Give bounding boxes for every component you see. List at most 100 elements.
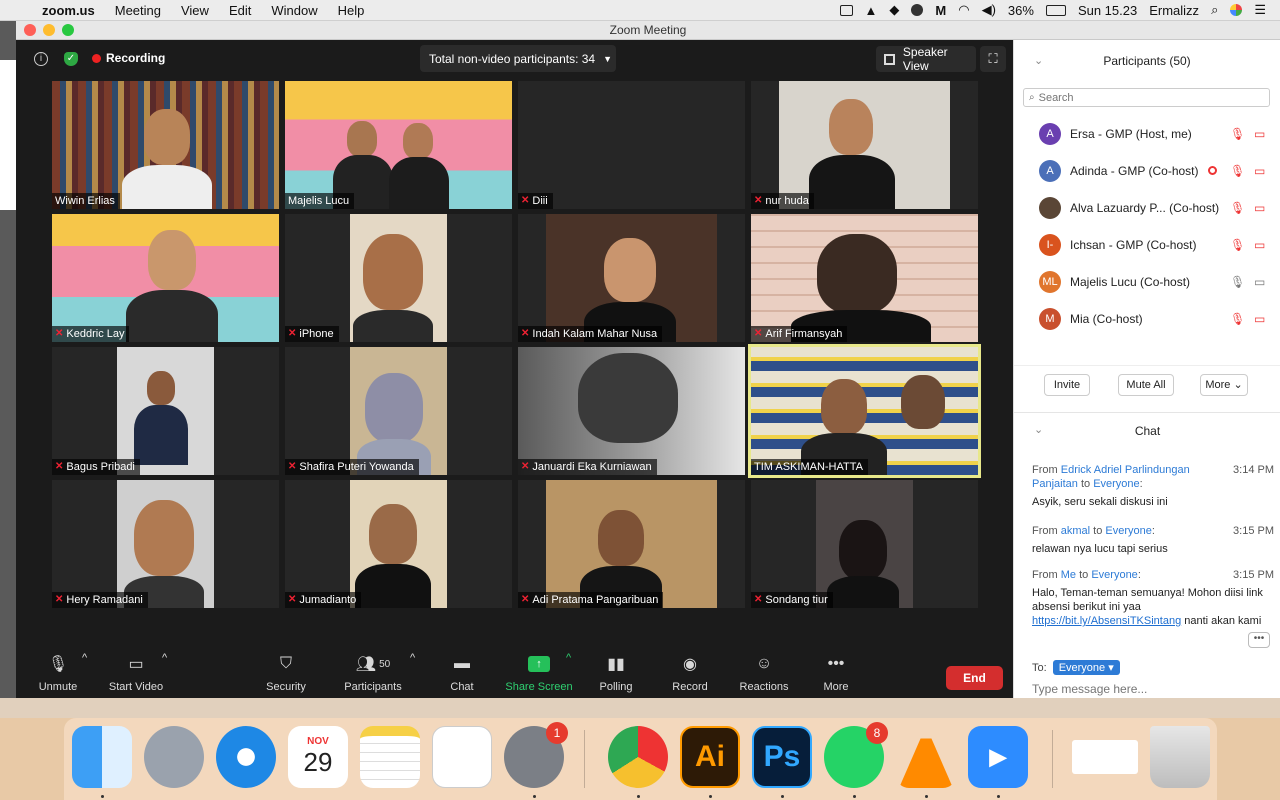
recording-indicator[interactable]: Recording: [92, 51, 165, 65]
menu-help[interactable]: Help: [328, 3, 375, 18]
vlc-status-icon[interactable]: ▲: [865, 3, 878, 18]
encryption-shield-icon[interactable]: ✓: [64, 52, 78, 66]
calendar-icon[interactable]: NOV 29: [288, 726, 348, 788]
video-tile[interactable]: ✕ Januardi Eka Kurniawan: [518, 347, 745, 475]
malwarebytes-icon[interactable]: M: [935, 3, 946, 18]
muted-mic-icon[interactable]: 🎙︎: [1230, 164, 1245, 178]
video-off-icon[interactable]: ▭: [1254, 312, 1265, 326]
search-input[interactable]: [1038, 91, 1249, 104]
video-off-icon[interactable]: ▭: [1254, 201, 1265, 215]
video-tile[interactable]: ✕ Hery Ramadani: [52, 480, 279, 608]
clock[interactable]: Sun 15.23: [1078, 3, 1137, 18]
unmute-button[interactable]: 🎙︎ Unmute: [34, 652, 82, 693]
security-button[interactable]: ⛉ Security: [260, 652, 312, 693]
minimize-window-button[interactable]: [43, 24, 55, 36]
participants-button[interactable]: 👥︎ 50 Participants: [342, 652, 404, 693]
vlc-icon[interactable]: [899, 726, 953, 788]
start-video-button[interactable]: ▭ Start Video: [104, 652, 168, 693]
muted-mic-icon[interactable]: 🎙︎: [1230, 201, 1245, 215]
muted-mic-icon[interactable]: 🎙︎: [1230, 312, 1245, 326]
chat-button[interactable]: ▬ Chat: [442, 652, 482, 693]
siri-icon[interactable]: [1230, 4, 1243, 16]
muted-mic-icon[interactable]: 🎙︎: [1230, 238, 1245, 252]
close-window-button[interactable]: [24, 24, 36, 36]
muted-mic-icon[interactable]: 🎙︎: [1230, 127, 1245, 141]
spotlight-search-icon[interactable]: ⌕: [1211, 2, 1218, 18]
video-tile[interactable]: ✕ Shafira Puteri Yowanda: [285, 347, 512, 475]
video-tile-active-speaker[interactable]: TIM ASKIMAN-HATTA: [748, 344, 981, 478]
speaker-view-button[interactable]: Speaker View: [876, 45, 976, 73]
participant-row[interactable]: ML Majelis Lucu (Co-host) 🎙︎ ▭: [1014, 263, 1280, 300]
chat-more-button[interactable]: •••: [1248, 632, 1270, 648]
menu-view[interactable]: View: [171, 3, 219, 18]
video-tile[interactable]: ✕ Indah Kalam Mahar Nusa: [518, 214, 745, 342]
launchpad-icon[interactable]: [144, 726, 204, 788]
zoom-window-button[interactable]: [62, 24, 74, 36]
reactions-button[interactable]: ☺︎ Reactions: [738, 652, 790, 693]
participant-row[interactable]: I- Ichsan - GMP (Co-host) 🎙︎ ▭: [1014, 226, 1280, 263]
video-tile[interactable]: ✕ Diii: [518, 81, 745, 209]
dropbox-icon[interactable]: ◆: [889, 2, 899, 18]
finder-icon[interactable]: [72, 726, 132, 788]
chrome-icon[interactable]: [608, 726, 668, 788]
share-options-chevron-icon[interactable]: ^: [566, 652, 571, 664]
illustrator-icon[interactable]: Ai: [680, 726, 740, 788]
video-off-icon[interactable]: ▭: [1254, 164, 1265, 178]
photoshop-icon[interactable]: Ps: [752, 726, 812, 788]
menu-meeting[interactable]: Meeting: [105, 3, 171, 18]
non-video-participants-dropdown[interactable]: Total non-video participants: 34 ▼: [420, 45, 616, 72]
video-tile[interactable]: ✕ Keddric Lay: [52, 214, 279, 342]
wifi-icon[interactable]: ◠: [958, 2, 969, 18]
video-off-icon[interactable]: ▭: [1254, 238, 1265, 252]
record-button[interactable]: ◉ Record: [670, 652, 710, 693]
participants-options-chevron-icon[interactable]: ^: [410, 652, 415, 664]
user-name[interactable]: Ermalizz: [1149, 3, 1199, 18]
cloud-icon[interactable]: [911, 4, 924, 16]
safari-icon[interactable]: [216, 726, 276, 788]
whatsapp-icon[interactable]: 8: [824, 722, 888, 788]
zoom-icon[interactable]: ▶: [968, 726, 1028, 788]
participant-row[interactable]: A Ersa - GMP (Host, me) 🎙︎ ▭: [1014, 115, 1280, 152]
audio-options-chevron-icon[interactable]: ^: [82, 652, 87, 664]
polling-button[interactable]: ▮▮ Polling: [596, 652, 636, 693]
menu-window[interactable]: Window: [261, 3, 327, 18]
video-tile[interactable]: ✕ iPhone: [285, 214, 512, 342]
video-options-chevron-icon[interactable]: ^: [162, 652, 167, 664]
video-tile[interactable]: ✕ Adi Pratama Pangaribuan: [518, 480, 745, 608]
video-tile[interactable]: ✕ Arif Firmansyah: [751, 214, 978, 342]
notification-center-icon[interactable]: ☰: [1254, 2, 1266, 18]
participant-row[interactable]: M Mia (Co-host) 🎙︎ ▭: [1014, 300, 1280, 337]
video-tile[interactable]: Majelis Lucu: [285, 81, 512, 209]
participant-row[interactable]: A Adinda - GMP (Co-host) 🎙︎ ▭: [1014, 152, 1280, 189]
video-tile[interactable]: ✕ Jumadianto: [285, 480, 512, 608]
battery-icon[interactable]: [1045, 4, 1066, 16]
video-tile[interactable]: ✕ nur huda: [751, 81, 978, 209]
info-icon[interactable]: i: [34, 52, 48, 66]
video-tile[interactable]: ✕ Sondang tiur: [751, 480, 978, 608]
end-meeting-button[interactable]: End: [946, 666, 1003, 690]
video-icon[interactable]: ▭: [1254, 275, 1265, 289]
fullscreen-button[interactable]: ⛶: [980, 46, 1006, 72]
participant-search[interactable]: ⌕: [1023, 88, 1270, 107]
invite-button[interactable]: Invite: [1044, 374, 1090, 396]
participant-row[interactable]: Alva Lazuardy P... (Co-host) 🎙︎ ▭: [1014, 189, 1280, 226]
video-tile[interactable]: Wiwin Erlias: [52, 81, 279, 209]
absensi-link[interactable]: https://bit.ly/AbsensiTKSintang: [1032, 615, 1181, 627]
menu-app-name[interactable]: zoom.us: [38, 3, 105, 18]
volume-icon[interactable]: ◀): [982, 2, 996, 18]
recipient-dropdown[interactable]: Everyone ▾: [1052, 660, 1120, 675]
notes-icon[interactable]: [360, 726, 420, 788]
minimized-chrome-window[interactable]: [1072, 740, 1138, 774]
system-preferences-icon[interactable]: 1: [504, 722, 568, 788]
trash-icon[interactable]: [1150, 726, 1210, 788]
video-off-icon[interactable]: ▭: [1254, 127, 1265, 141]
video-tile[interactable]: ✕ Bagus Pribadi: [52, 347, 279, 475]
battery-percent[interactable]: 36%: [1008, 3, 1034, 18]
menu-edit[interactable]: Edit: [219, 3, 261, 18]
chat-message-input[interactable]: [1032, 682, 1272, 696]
more-button[interactable]: ••• More: [818, 652, 854, 693]
reminders-icon[interactable]: [432, 726, 492, 788]
mute-all-button[interactable]: Mute All: [1118, 374, 1174, 396]
zoom-status-icon[interactable]: [839, 4, 853, 16]
share-screen-button[interactable]: ↑ Share Screen: [504, 652, 574, 693]
